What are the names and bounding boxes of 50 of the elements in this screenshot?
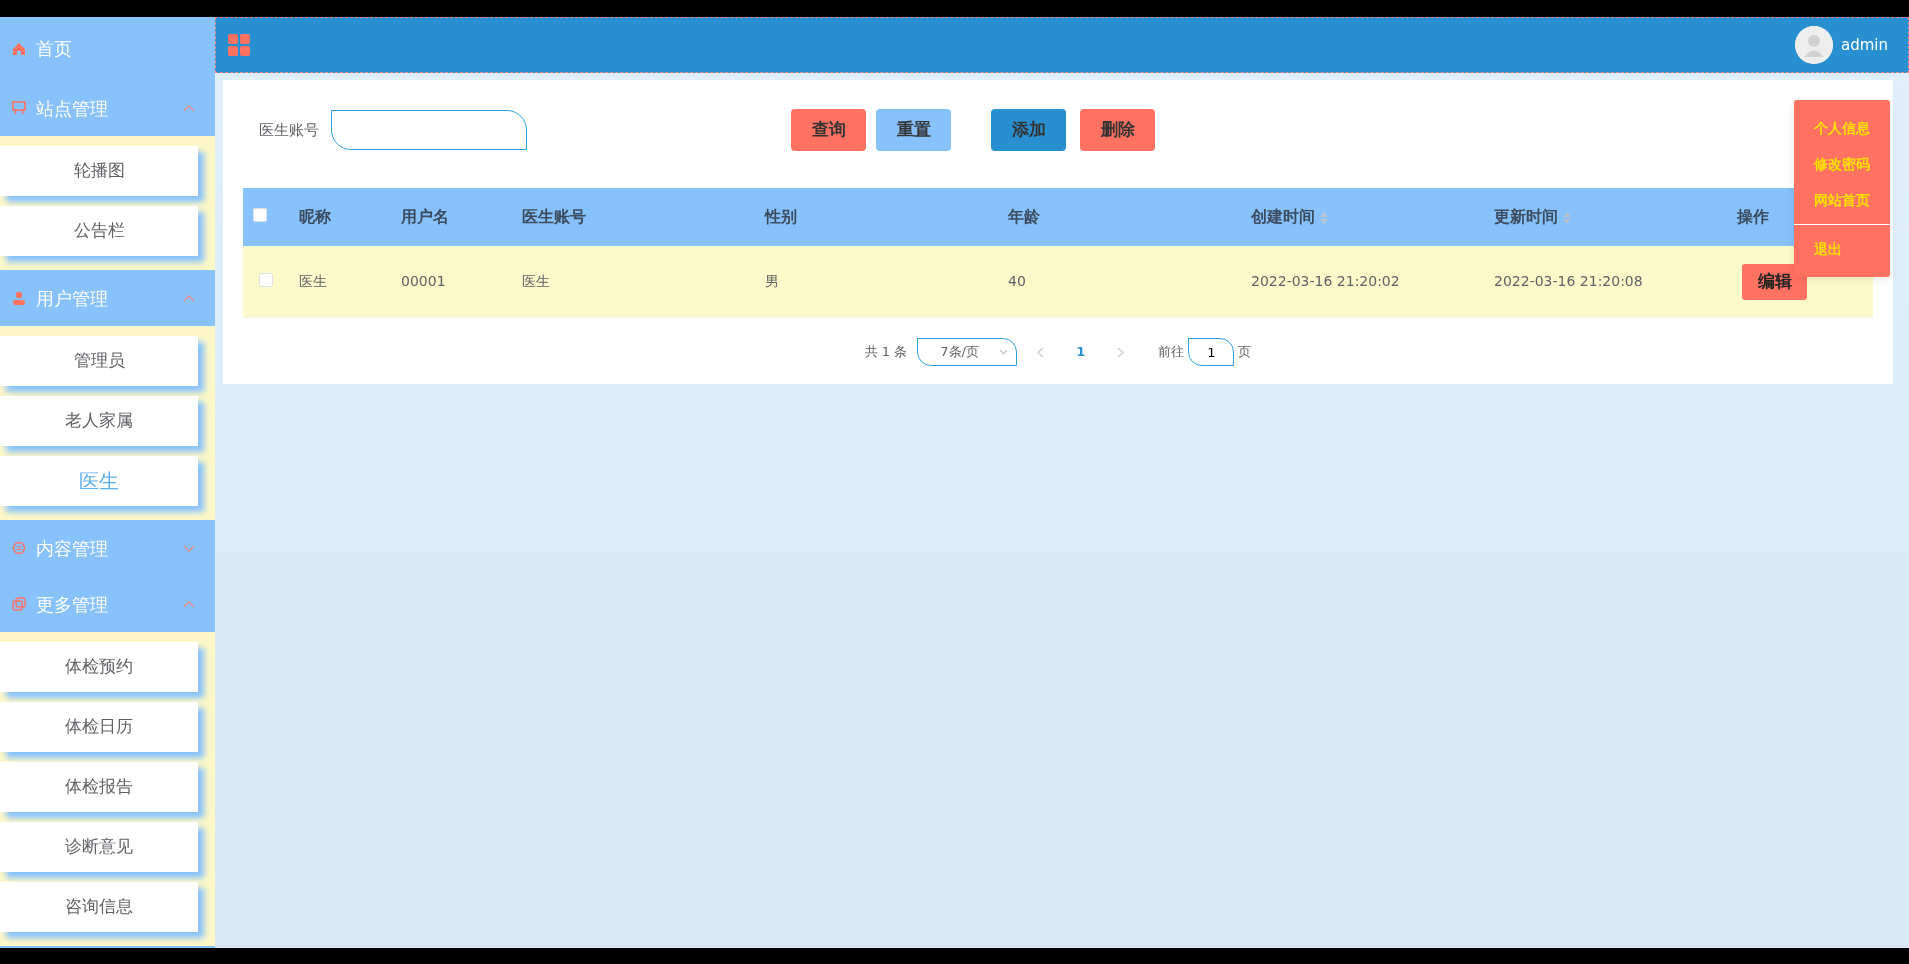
search-field[interactable] bbox=[331, 110, 527, 150]
page-size-select[interactable]: 7条/页 bbox=[917, 338, 1018, 366]
column-header: 用户名 bbox=[401, 207, 449, 226]
select-all-checkbox[interactable] bbox=[253, 208, 267, 222]
chat-icon bbox=[12, 541, 26, 555]
goto-label: 前往 bbox=[1158, 343, 1185, 362]
table-cell: 2022-03-16 21:20:08 bbox=[1494, 273, 1643, 289]
sidebar-submenu-item[interactable]: 咨询信息 bbox=[0, 882, 198, 932]
action-button[interactable]: 添加 bbox=[991, 109, 1066, 151]
column-header: 医生账号 bbox=[522, 207, 586, 226]
table-cell: 医生 bbox=[299, 273, 327, 289]
sidebar-submenu-item[interactable]: 诊断意见 bbox=[0, 822, 198, 872]
page-number[interactable]: 1 bbox=[1064, 342, 1098, 362]
sidebar-submenu-item[interactable]: 老人家属 bbox=[0, 396, 198, 446]
sidebar-submenu-item[interactable]: 体检预约 bbox=[0, 642, 198, 692]
action-button[interactable]: 删除 bbox=[1080, 109, 1155, 151]
sidebar-submenu-item[interactable]: 体检报告 bbox=[0, 762, 198, 812]
sidebar-submenu-item[interactable]: 体检日历 bbox=[0, 702, 198, 752]
column-header: 操作 bbox=[1737, 207, 1769, 226]
column-header: 年龄 bbox=[1008, 207, 1040, 226]
column-header: 昵称 bbox=[299, 207, 331, 226]
column-header: 性别 bbox=[765, 207, 797, 226]
column-header[interactable]: 更新时间 bbox=[1494, 207, 1571, 226]
table-cell: 00001 bbox=[401, 273, 446, 289]
sort-icon[interactable] bbox=[1563, 211, 1571, 224]
row-checkbox[interactable] bbox=[259, 272, 273, 287]
sidebar-submenu-item[interactable]: 管理员 bbox=[0, 336, 198, 386]
page-input[interactable]: 1 bbox=[1188, 338, 1235, 366]
grid-icon[interactable] bbox=[228, 34, 250, 56]
action-button[interactable]: 查询 bbox=[791, 109, 866, 151]
column-header[interactable]: 创建时间 bbox=[1251, 207, 1328, 226]
easel-icon bbox=[12, 101, 26, 115]
table-cell: 医生 bbox=[522, 273, 550, 289]
edit-button[interactable]: 编辑 bbox=[1742, 263, 1807, 300]
table-cell: 男 bbox=[765, 273, 779, 289]
home-icon bbox=[12, 41, 26, 56]
username-link[interactable]: admin bbox=[1841, 33, 1888, 57]
action-button[interactable]: 重置 bbox=[876, 109, 951, 151]
avatar-icon[interactable] bbox=[1795, 26, 1833, 64]
sidebar-submenu-item[interactable]: 轮播图 bbox=[0, 146, 198, 196]
table-cell: 40 bbox=[1008, 273, 1026, 289]
field-label: 医生账号 bbox=[259, 119, 319, 141]
chevron-down-icon bbox=[999, 349, 1009, 355]
sort-icon[interactable] bbox=[1320, 211, 1328, 224]
user-icon bbox=[12, 291, 26, 305]
copy-icon bbox=[12, 597, 26, 611]
page-suffix: 页 bbox=[1238, 343, 1252, 362]
sidebar-submenu-item[interactable]: 公告栏 bbox=[0, 206, 198, 256]
total-count: 共 1 条 bbox=[864, 343, 908, 362]
table-cell: 2022-03-16 21:20:02 bbox=[1251, 273, 1400, 289]
